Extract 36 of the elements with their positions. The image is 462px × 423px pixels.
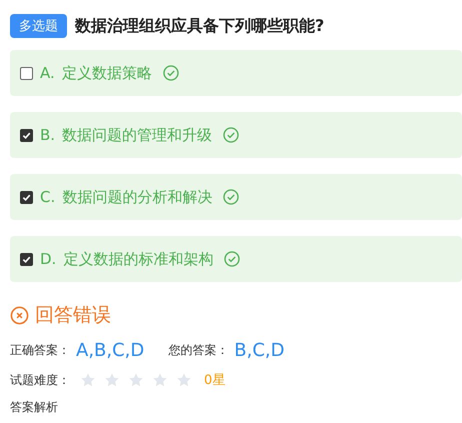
difficulty-reading: 0星: [204, 372, 226, 389]
option-text: 数据问题的管理和升级: [62, 126, 212, 144]
option-letter: D.: [40, 250, 56, 268]
check-circle-icon: [162, 65, 179, 81]
star-icon: [128, 372, 144, 388]
star-icon: [80, 372, 96, 388]
star-icon: [176, 372, 192, 388]
check-circle-icon: [224, 251, 240, 267]
question-title: 数据治理组织应具备下列哪些职能?: [75, 16, 324, 36]
close-circle-icon: [10, 306, 29, 324]
checkbox[interactable]: [20, 128, 33, 142]
option-letter: A.: [40, 64, 55, 82]
answer-option[interactable]: B. 数据问题的管理和升级: [10, 112, 462, 158]
check-circle-icon: [223, 127, 240, 143]
difficulty-label: 试题难度：: [10, 372, 70, 388]
option-letter: B.: [40, 126, 56, 144]
option-text: 定义数据策略: [62, 64, 152, 82]
correct-answer-value: A,B,C,D: [76, 340, 144, 361]
your-answer-value: B,C,D: [234, 340, 284, 361]
answer-option[interactable]: A. 定义数据策略: [10, 50, 462, 96]
answer-option[interactable]: D. 定义数据的标准和架构: [10, 236, 462, 282]
analysis-label: 答案解析: [10, 399, 58, 416]
option-letter: C.: [40, 188, 56, 206]
option-text: 定义数据的标准和架构: [63, 250, 214, 268]
result-text: 回答错误: [35, 303, 111, 328]
answer-option[interactable]: C. 数据问题的分析和解决: [10, 174, 462, 220]
checkbox[interactable]: [20, 252, 33, 266]
your-answer-label: 您的答案：: [168, 342, 228, 359]
checkbox[interactable]: [20, 190, 33, 204]
checkbox[interactable]: [20, 66, 33, 80]
check-circle-icon: [223, 189, 240, 205]
option-text: 数据问题的分析和解决: [62, 188, 212, 206]
correct-answer-label: 正确答案：: [10, 342, 70, 359]
star-icon: [152, 372, 168, 388]
question-type-badge: 多选题: [10, 14, 67, 38]
star-icon: [104, 372, 120, 388]
